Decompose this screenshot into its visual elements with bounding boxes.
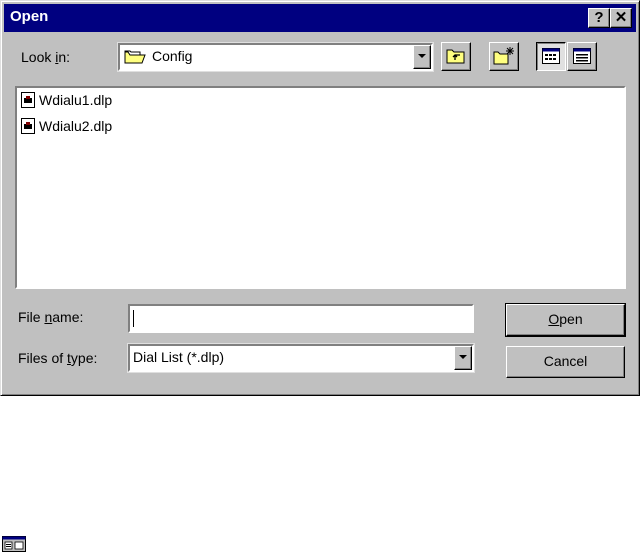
file-name-label: File name: bbox=[18, 309, 84, 325]
look-in-label: Look in: bbox=[21, 49, 71, 65]
look-in-value: Config bbox=[152, 48, 193, 64]
file-type-combo[interactable]: Dial List (*.dlp) bbox=[127, 343, 475, 373]
dialog-window-icon bbox=[2, 536, 26, 555]
dialog-title: Open bbox=[10, 8, 49, 25]
help-button[interactable]: ? bbox=[588, 8, 610, 28]
title-bar[interactable]: Open ? ✕ bbox=[4, 4, 636, 32]
list-view-icon bbox=[542, 48, 560, 67]
file-type-label: Files of type: bbox=[18, 350, 98, 366]
open-dialog: Open ? ✕ Look in: Config Wdialu1.dlp Wdi… bbox=[0, 0, 640, 396]
list-item[interactable]: Wdialu1.dlp bbox=[21, 90, 112, 110]
file-type-value: Dial List (*.dlp) bbox=[133, 349, 225, 365]
file-list[interactable]: Wdialu1.dlp Wdialu2.dlp bbox=[15, 86, 626, 289]
open-button[interactable]: Open bbox=[505, 303, 626, 337]
look-in-dropdown-button[interactable] bbox=[413, 45, 431, 69]
folder-icon bbox=[124, 48, 146, 68]
file-name-text: Wdialu2.dlp bbox=[39, 118, 113, 134]
list-view-button[interactable] bbox=[536, 42, 566, 71]
file-name-input[interactable] bbox=[128, 304, 474, 333]
new-folder-icon bbox=[493, 46, 515, 69]
file-name-text: Wdialu1.dlp bbox=[39, 92, 113, 108]
details-view-button[interactable] bbox=[567, 42, 597, 71]
dial-list-file-icon bbox=[21, 118, 35, 134]
look-in-combo[interactable]: Config bbox=[117, 42, 434, 72]
details-view-icon bbox=[573, 48, 591, 67]
list-item[interactable]: Wdialu2.dlp bbox=[21, 116, 112, 136]
dial-list-file-icon bbox=[21, 92, 35, 108]
text-caret bbox=[133, 309, 134, 327]
file-type-dropdown-button[interactable] bbox=[454, 346, 472, 370]
close-button[interactable]: ✕ bbox=[610, 8, 632, 28]
cancel-button[interactable]: Cancel bbox=[506, 346, 625, 378]
up-one-level-icon bbox=[446, 47, 466, 68]
create-new-folder-button[interactable] bbox=[489, 42, 519, 71]
up-one-level-button[interactable] bbox=[441, 42, 471, 71]
